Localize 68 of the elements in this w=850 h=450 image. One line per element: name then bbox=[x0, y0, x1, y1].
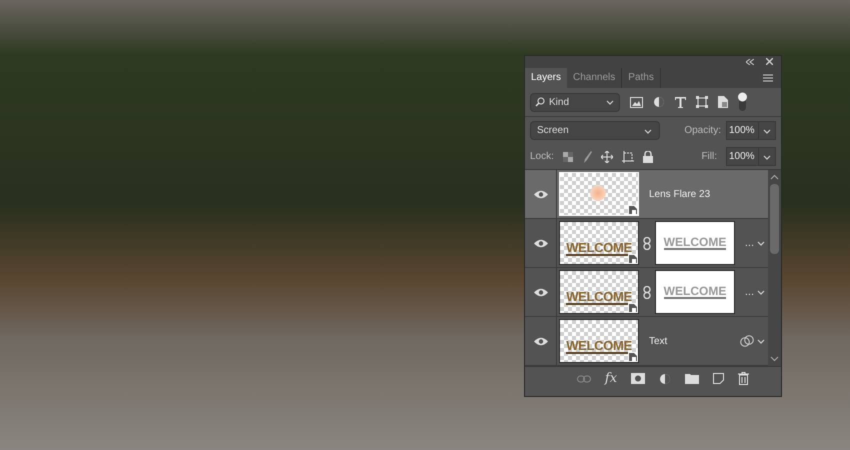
expand-caret-icon[interactable] bbox=[756, 239, 766, 248]
layer-row[interactable]: WELCOME WELCOME ... bbox=[525, 268, 768, 318]
more-text: ... bbox=[744, 285, 754, 300]
dropdown-caret-button[interactable] bbox=[759, 121, 776, 140]
expand-caret-icon[interactable] bbox=[756, 288, 766, 296]
fill-label: Fill: bbox=[701, 150, 717, 164]
smart-object-badge-icon bbox=[628, 352, 638, 362]
fill-field[interactable]: 100% bbox=[726, 147, 759, 166]
tab[interactable]: Layers bbox=[525, 68, 568, 88]
shape-filter-icon[interactable] bbox=[696, 96, 708, 108]
filter-toggle-icon[interactable] bbox=[738, 92, 747, 112]
image-filter-icon[interactable] bbox=[630, 96, 643, 108]
artboard-lock-icon[interactable] bbox=[622, 150, 634, 163]
layer-row[interactable]: WELCOME Text bbox=[525, 317, 768, 366]
chain-link-icon[interactable] bbox=[643, 236, 651, 250]
expand-caret-icon[interactable] bbox=[756, 337, 766, 346]
blend-mode-value: Screen bbox=[537, 124, 570, 138]
layer-name: Text bbox=[649, 334, 668, 349]
scrollbar[interactable] bbox=[768, 170, 781, 366]
adjustment-layer-icon[interactable] bbox=[659, 372, 672, 385]
folder-icon[interactable] bbox=[685, 373, 700, 384]
eye-icon[interactable] bbox=[534, 190, 548, 199]
smart-object-badge-icon bbox=[628, 205, 638, 216]
smart-object-badge-icon bbox=[628, 254, 638, 264]
scroll-down-icon[interactable] bbox=[770, 356, 779, 362]
lock-label: Lock: bbox=[530, 150, 554, 164]
collapse-icon[interactable] bbox=[746, 58, 754, 65]
mask-text: WELCOME bbox=[664, 285, 726, 300]
smart-object-badge-icon bbox=[628, 303, 638, 314]
type-filter-icon[interactable] bbox=[675, 96, 686, 108]
eye-icon[interactable] bbox=[534, 288, 548, 297]
filter-value: Kind bbox=[549, 96, 570, 110]
layer-name: Lens Flare 23 bbox=[649, 188, 710, 202]
menu-icon[interactable] bbox=[763, 74, 773, 82]
caret-icon bbox=[762, 126, 772, 135]
lock-icon[interactable] bbox=[642, 150, 653, 163]
tab[interactable]: Channels bbox=[567, 68, 622, 88]
more-text: ... bbox=[744, 236, 754, 252]
move-lock-icon[interactable] bbox=[600, 150, 613, 163]
filter-dropdown[interactable]: Kind bbox=[530, 92, 620, 112]
layer-row[interactable]: Lens Flare 23 bbox=[525, 170, 768, 220]
trash-icon[interactable] bbox=[738, 372, 750, 386]
smart-object-filter-icon[interactable] bbox=[718, 96, 728, 108]
flare-glow bbox=[590, 185, 606, 202]
mask-text: WELCOME bbox=[664, 236, 726, 250]
search-icon bbox=[535, 97, 545, 108]
layer-row[interactable]: WELCOME WELCOME ... bbox=[525, 219, 768, 268]
opacity-field[interactable]: 100% bbox=[726, 121, 759, 140]
eye-icon[interactable] bbox=[534, 238, 548, 248]
caret-icon bbox=[605, 98, 615, 106]
chain-link-icon[interactable] bbox=[643, 286, 651, 299]
scrollbar-thumb[interactable] bbox=[770, 184, 779, 254]
effects-circles-icon bbox=[740, 335, 754, 348]
new-layer-icon[interactable] bbox=[713, 373, 724, 384]
dropdown-caret-button[interactable] bbox=[759, 147, 776, 166]
opacity-label: Opacity: bbox=[684, 124, 721, 138]
adjustment-filter-icon[interactable] bbox=[653, 96, 665, 108]
blend-mode-dropdown[interactable]: Screen bbox=[530, 121, 660, 140]
caret-icon bbox=[762, 152, 772, 161]
close-icon[interactable] bbox=[766, 58, 773, 66]
checkerboard-lock-icon[interactable] bbox=[562, 152, 573, 162]
scroll-up-icon[interactable] bbox=[770, 174, 779, 180]
eye-icon[interactable] bbox=[534, 336, 548, 346]
tab[interactable]: Paths bbox=[622, 68, 661, 88]
brush-lock-icon[interactable] bbox=[582, 150, 592, 163]
caret-icon bbox=[643, 126, 653, 135]
fx-button[interactable]: fx bbox=[604, 372, 618, 386]
mask-icon[interactable] bbox=[631, 373, 646, 384]
